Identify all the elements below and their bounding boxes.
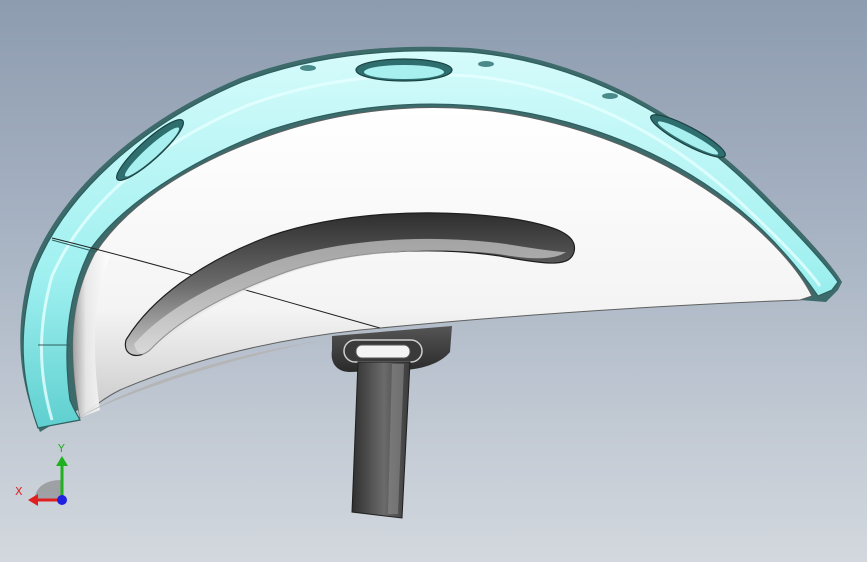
triad-y-arrow — [56, 456, 68, 466]
rim-notch-2 — [478, 61, 494, 67]
triad-x-label: X — [15, 485, 23, 498]
rim-notch-3 — [602, 93, 618, 99]
coordinate-triad: X Y — [12, 440, 76, 510]
triad-x-arrow — [28, 494, 38, 506]
buckle-slot — [355, 344, 411, 359]
graphics-viewport[interactable]: X Y — [0, 0, 867, 562]
triad-z-axis — [57, 495, 67, 505]
helmet-model[interactable] — [0, 0, 867, 562]
rim-notch-1 — [300, 65, 316, 71]
vent-hole-top-inner — [364, 65, 444, 79]
triad-shadow — [34, 480, 62, 500]
triad-y-label: Y — [58, 442, 65, 455]
